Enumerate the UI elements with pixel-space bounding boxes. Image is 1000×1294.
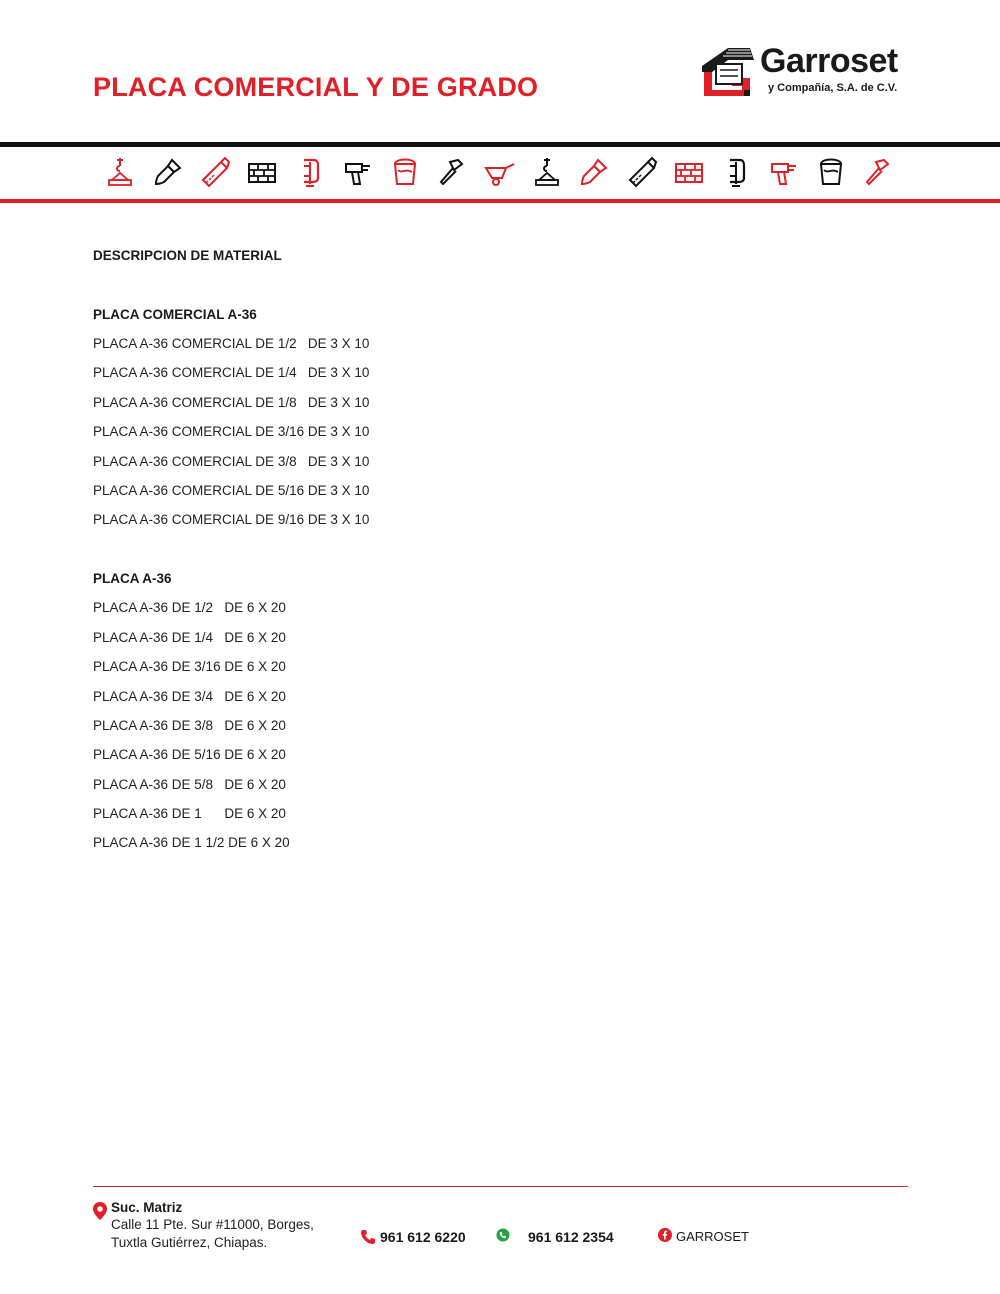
hammer-icon	[436, 156, 468, 188]
list-item: PLACA A-36 DE 1/4 DE 6 X 20	[93, 629, 286, 645]
section-title-a36: PLACA A-36	[93, 571, 172, 587]
section-title-comercial: PLACA COMERCIAL A-36	[93, 307, 257, 322]
address-line-1: Calle 11 Pte. Sur #11000, Borges,	[111, 1217, 314, 1232]
phone-number: 961 612 6220	[380, 1229, 466, 1245]
paint-bucket-icon	[389, 156, 421, 188]
list-item: PLACA A-36 DE 3/16 DE 6 X 20	[93, 659, 286, 675]
list-item: PLACA A-36 DE 1 DE 6 X 20	[93, 806, 286, 822]
house-logo-icon	[702, 48, 754, 96]
list-item: PLACA A-36 COMERCIAL DE 1/8 DE 3 X 10	[93, 394, 370, 410]
whatsapp-number: 961 612 2354	[528, 1229, 614, 1245]
address-line-2: Tuxtla Gutiérrez, Chiapas.	[111, 1235, 268, 1250]
paint-bucket-icon	[815, 156, 847, 188]
footer-divider	[93, 1186, 908, 1187]
page-title: PLACA COMERCIAL Y DE GRADO	[93, 72, 539, 102]
clamp-icon	[294, 156, 326, 188]
header-band-bottom	[0, 199, 1000, 203]
bricks-icon	[673, 156, 705, 188]
header-band-top	[0, 142, 1000, 147]
list-item: PLACA A-36 DE 5/8 DE 6 X 20	[93, 776, 286, 792]
crane-hook-icon	[531, 156, 563, 188]
list-item: PLACA A-36 COMERCIAL DE 3/8 DE 3 X 10	[93, 453, 370, 469]
section-heading: DESCRIPCION DE MATERIAL	[93, 248, 282, 263]
crane-hook-icon	[104, 156, 136, 188]
paint-brush-icon	[578, 156, 610, 188]
whatsapp-icon	[496, 1228, 510, 1242]
bricks-icon	[246, 156, 278, 188]
list-item: PLACA A-36 COMERCIAL DE 1/2 DE 3 X 10	[93, 336, 370, 351]
list-item: PLACA A-36 DE 3/8 DE 6 X 20	[93, 717, 286, 733]
hand-saw-icon	[626, 156, 658, 188]
hammer-icon	[862, 156, 894, 188]
list-item: PLACA A-36 DE 5/16 DE 6 X 20	[93, 747, 286, 763]
facebook-icon	[658, 1228, 672, 1242]
list-item: PLACA A-36 DE 1 1/2 DE 6 X 20	[93, 835, 290, 851]
paint-brush-icon	[152, 156, 184, 188]
material-list: DESCRIPCION DE MATERIAL PLACA COMERCIAL …	[93, 247, 693, 852]
branch-name: Suc. Matriz	[111, 1200, 183, 1215]
list-item: PLACA A-36 COMERCIAL DE 9/16 DE 3 X 10	[93, 512, 370, 528]
list-item: PLACA A-36 COMERCIAL DE 1/4 DE 3 X 10	[93, 365, 370, 381]
list-item: PLACA A-36 COMERCIAL DE 5/16 DE 3 X 10	[93, 482, 370, 498]
wheelbarrow-icon	[484, 156, 516, 188]
company-logo: Garroset y Compañía, S.A. de C.V.	[698, 42, 913, 100]
phone-icon	[361, 1230, 375, 1244]
list-item: PLACA A-36 COMERCIAL DE 3/16 DE 3 X 10	[93, 424, 370, 440]
logo-tagline: y Compañía, S.A. de C.V.	[768, 82, 898, 94]
list-item: PLACA A-36 DE 1/2 DE 6 X 20	[93, 600, 286, 616]
tool-icon-strip	[100, 152, 900, 192]
hand-saw-icon	[199, 156, 231, 188]
list-item: PLACA A-36 DE 3/4 DE 6 X 20	[93, 688, 286, 704]
facebook-handle: GARROSET	[676, 1229, 749, 1244]
drill-icon	[768, 156, 800, 188]
drill-icon	[342, 156, 374, 188]
clamp-icon	[720, 156, 752, 188]
logo-name: Garroset	[760, 42, 898, 80]
location-pin-icon	[93, 1202, 107, 1220]
